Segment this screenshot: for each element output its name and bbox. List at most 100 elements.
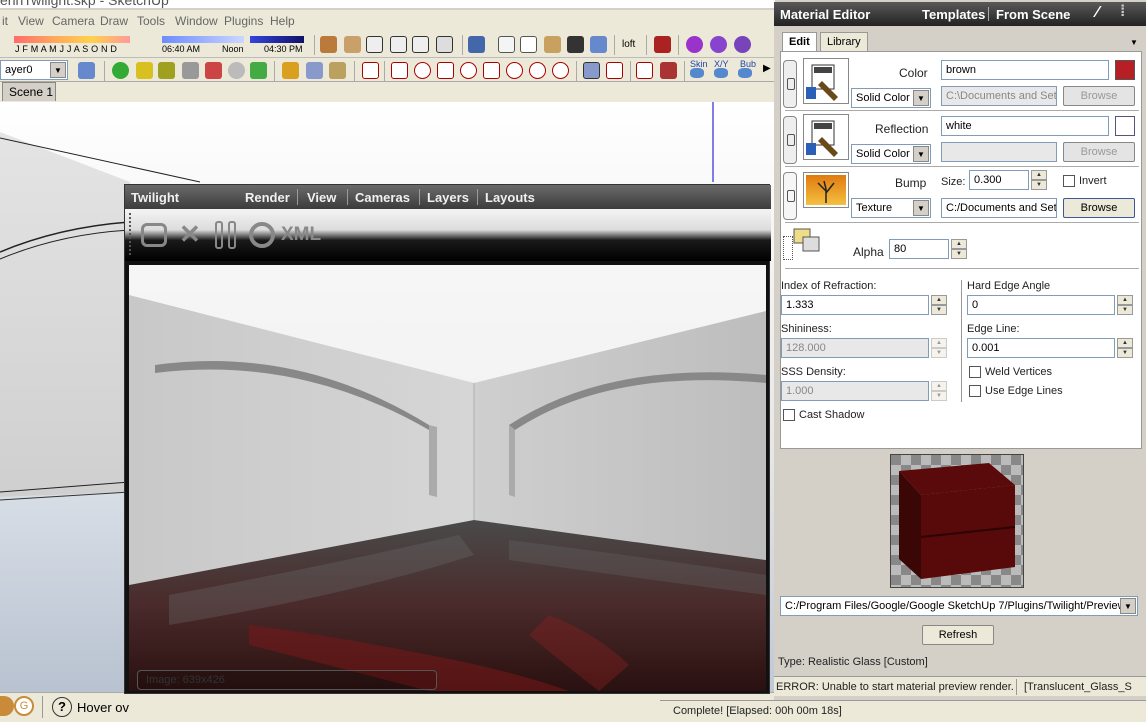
shaded-texture-icon[interactable] [567, 36, 584, 53]
right-view-icon[interactable] [390, 36, 407, 53]
twilight-menu-layers[interactable]: Layers [427, 190, 469, 205]
component-icon[interactable] [282, 62, 299, 79]
eraser-icon[interactable] [660, 62, 677, 79]
reflection-swatch[interactable] [1115, 116, 1135, 136]
ellipse-tool-icon[interactable] [460, 62, 477, 79]
twilight-menu-view[interactable]: View [307, 190, 336, 205]
color-type-select[interactable]: Solid Color ▼ [851, 88, 931, 108]
xml-export-button[interactable]: XML [281, 224, 321, 246]
menu-draw[interactable]: Draw [100, 14, 128, 28]
hard-edge-input[interactable]: 0 [967, 295, 1115, 315]
pause-left-icon[interactable] [215, 221, 223, 249]
freehand-tool-icon[interactable] [606, 62, 623, 79]
month-slider[interactable] [14, 36, 130, 43]
reflection-lock-icon[interactable] [783, 116, 797, 164]
alpha-spinner[interactable]: ▲ ▼ [951, 239, 967, 259]
shaded-icon[interactable] [544, 36, 561, 53]
green-render-icon[interactable] [112, 62, 129, 79]
circle-tool-icon[interactable] [414, 62, 431, 79]
evening-slider[interactable] [250, 36, 304, 43]
bump-link-icon[interactable] [783, 172, 797, 220]
reflection-type-select[interactable]: Solid Color ▼ [851, 144, 931, 164]
arc2-tool-icon[interactable] [552, 62, 569, 79]
help-icon[interactable]: ? [52, 697, 72, 717]
color-swatch[interactable] [1115, 60, 1135, 80]
color-brush-icon[interactable] [803, 58, 849, 104]
bub-icon[interactable] [738, 68, 752, 78]
twilight-menu-layouts[interactable]: Layouts [485, 190, 535, 205]
twilight-menu-cameras[interactable]: Cameras [355, 190, 410, 205]
xray-icon[interactable] [468, 36, 485, 53]
pie-tool-icon[interactable] [529, 62, 546, 79]
layer-select[interactable]: ayer0 ▼ [0, 60, 68, 80]
color-browse-button[interactable]: Browse [1063, 86, 1135, 106]
reflection-value-input[interactable]: white [941, 116, 1109, 136]
preview-path-select[interactable]: C:/Program Files/Google/Google SketchUp … [780, 596, 1138, 616]
polygon-tool-icon[interactable] [636, 62, 653, 79]
reflection-browse-button[interactable]: Browse [1063, 142, 1135, 162]
bump-texture-thumbnail[interactable] [803, 172, 849, 208]
left-view-icon[interactable] [436, 36, 453, 53]
bump-browse-button[interactable]: Browse [1063, 198, 1135, 218]
area-light-icon[interactable] [182, 62, 199, 79]
hard-edge-spinner[interactable]: ▲ ▼ [1117, 295, 1133, 315]
panel-menu-icon[interactable]: ⁞ [1120, 3, 1125, 21]
time-slider[interactable] [162, 36, 244, 43]
cast-shadow-checkbox[interactable] [783, 409, 795, 421]
menu-help[interactable]: Help [270, 14, 295, 28]
skin-icon[interactable] [690, 68, 704, 78]
light-icon[interactable] [136, 62, 153, 79]
spot-light-icon[interactable] [158, 62, 175, 79]
menu-camera[interactable]: Camera [52, 14, 95, 28]
edge-line-spinner[interactable]: ▲ ▼ [1117, 338, 1133, 358]
credits-icon[interactable]: G [14, 696, 34, 716]
use-edge-lines-checkbox[interactable] [969, 385, 981, 397]
ior-spinner[interactable]: ▲ ▼ [931, 295, 947, 315]
back-view-icon[interactable] [412, 36, 429, 53]
alpha-link-icon[interactable] [783, 236, 793, 260]
reflection-brush-icon[interactable] [803, 114, 849, 160]
loft-button[interactable]: loft [622, 39, 635, 50]
color-value-input[interactable]: brown [941, 60, 1109, 80]
render-icon[interactable] [250, 62, 267, 79]
parallelogram-tool-icon[interactable] [483, 62, 500, 79]
tab-library[interactable]: Library [820, 32, 868, 52]
offset-tool-icon[interactable] [583, 62, 600, 79]
geo-location-icon[interactable] [0, 696, 14, 716]
triangle-tool-icon[interactable] [437, 62, 454, 79]
bump-invert-checkbox[interactable] [1063, 175, 1075, 187]
wireframe-icon[interactable] [498, 36, 515, 53]
group-icon[interactable] [306, 62, 323, 79]
alpha-input[interactable]: 80 [889, 239, 949, 259]
arc-tool-icon[interactable] [506, 62, 523, 79]
bump-size-spinner[interactable]: ▲ ▼ [1031, 170, 1047, 190]
color-lock-icon[interactable] [783, 60, 797, 108]
house-icon[interactable] [366, 36, 383, 53]
templates-button[interactable]: Templates [922, 7, 985, 22]
plugin-sphere-icon[interactable] [686, 36, 703, 53]
box-icon[interactable] [329, 62, 346, 79]
from-scene-button[interactable]: From Scene [996, 7, 1070, 22]
plugin-sphere-2-icon[interactable] [710, 36, 727, 53]
menu-edit[interactable]: it [2, 14, 8, 28]
twilight-menu-render[interactable]: Render [245, 190, 290, 205]
bump-path-input[interactable]: C:/Documents and Sett [941, 198, 1057, 218]
refresh-render-icon[interactable] [249, 222, 275, 248]
line-tool-icon[interactable] [362, 62, 379, 79]
edge-line-input[interactable]: 0.001 [967, 338, 1115, 358]
book-icon[interactable] [654, 36, 671, 53]
settings-icon[interactable] [228, 62, 245, 79]
monochrome-icon[interactable] [590, 36, 607, 53]
menu-tools[interactable]: Tools [137, 14, 165, 28]
rectangle-tool-icon[interactable] [391, 62, 408, 79]
material-icon[interactable] [205, 62, 222, 79]
bump-size-input[interactable]: 0.300 [969, 170, 1029, 190]
toolbar-more-icon[interactable]: ▶ [763, 63, 771, 74]
front-view-icon[interactable] [344, 36, 361, 53]
menu-view[interactable]: View [18, 14, 44, 28]
refresh-button[interactable]: Refresh [922, 625, 994, 645]
tabs-menu-chevron-icon[interactable]: ▼ [1130, 38, 1138, 47]
ior-input[interactable]: 1.333 [781, 295, 929, 315]
weld-vertices-checkbox[interactable] [969, 366, 981, 378]
xy-icon[interactable] [714, 68, 728, 78]
